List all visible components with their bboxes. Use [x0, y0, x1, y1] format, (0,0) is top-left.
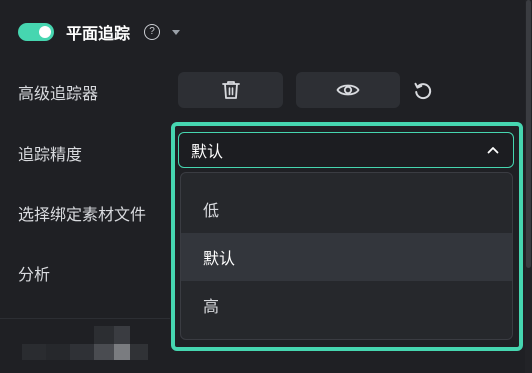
section-header: 平面追踪 ? [18, 18, 181, 46]
tracking-precision-select[interactable]: 默认 [178, 132, 514, 168]
redacted-thumbnail [22, 322, 148, 362]
eye-icon [336, 84, 360, 96]
analyze-label: 分析 [18, 267, 51, 284]
option-high[interactable]: 高 [181, 281, 512, 329]
plane-tracking-toggle[interactable] [18, 23, 54, 41]
section-divider [0, 318, 170, 319]
section-title: 平面追踪 [66, 26, 131, 43]
reset-icon[interactable] [412, 80, 434, 102]
caret-down-icon[interactable] [172, 29, 181, 35]
toggle-knob [39, 26, 51, 38]
option-low[interactable]: 低 [181, 185, 512, 233]
precision-dropdown-menu: 低 默认 高 [180, 172, 513, 340]
plane-tracking-panel: 平面追踪 ? 高级追踪器 追踪精度 选择绑定素材文件 分析 默认 低 默认 高 [0, 0, 532, 373]
select-value: 默认 [191, 144, 224, 161]
option-default[interactable]: 默认 [181, 233, 512, 281]
preview-tracker-button[interactable] [296, 72, 400, 108]
bind-file-label: 选择绑定素材文件 [18, 207, 147, 224]
chevron-up-icon [487, 147, 499, 154]
scrollbar-thumb[interactable] [526, 0, 531, 268]
trash-icon [221, 81, 240, 99]
help-icon[interactable]: ? [144, 24, 161, 40]
delete-tracker-button[interactable] [178, 72, 283, 108]
tracking-precision-label: 追踪精度 [18, 147, 83, 164]
advanced-tracker-label: 高级追踪器 [18, 86, 99, 103]
